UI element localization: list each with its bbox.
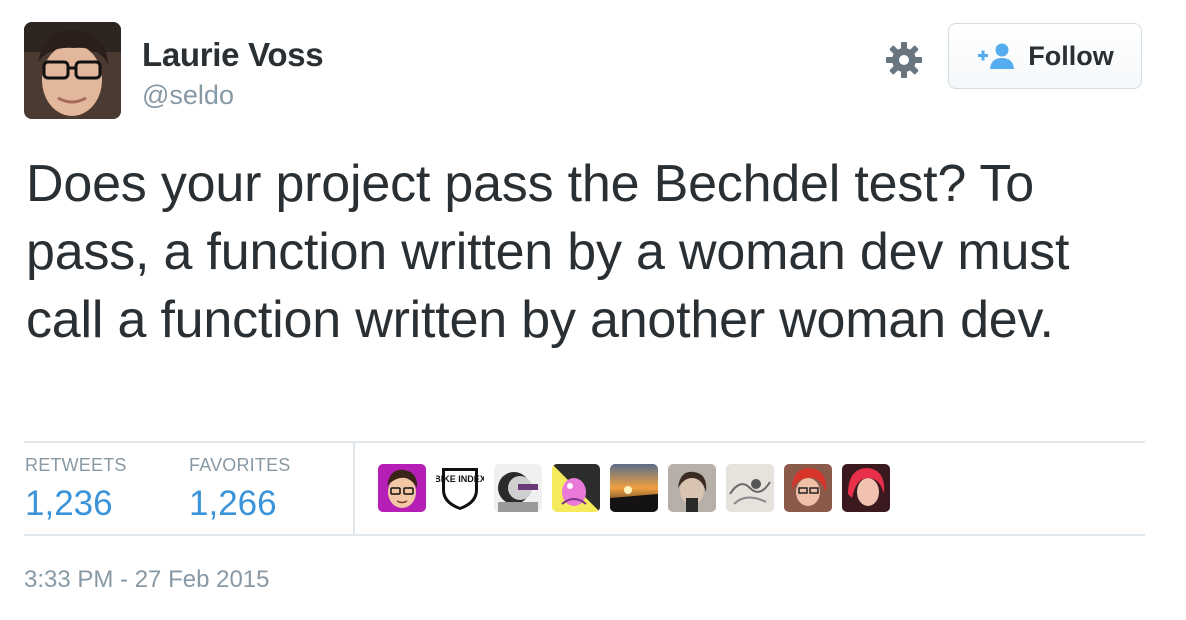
retweets-stat[interactable]: RETWEETS 1,236 xyxy=(25,455,127,524)
favoriter-avatar[interactable] xyxy=(378,464,426,512)
favoriter-avatars: BIKE INDEX xyxy=(378,464,890,512)
favoriter-avatar[interactable] xyxy=(842,464,890,512)
user-handle[interactable]: @seldo xyxy=(142,80,234,111)
tweet-card: Laurie Voss @seldo Follow Does your proj… xyxy=(0,0,1186,620)
favorites-label: FAVORITES xyxy=(189,455,291,475)
favorites-count: 1,266 xyxy=(189,484,277,523)
tweet-timestamp[interactable]: 3:33 PM - 27 Feb 2015 xyxy=(24,566,269,594)
favoriter-avatar[interactable] xyxy=(726,464,774,512)
follow-button[interactable]: Follow xyxy=(948,23,1142,89)
avatar[interactable] xyxy=(24,22,121,119)
favoriter-avatar[interactable] xyxy=(494,464,542,512)
favoriter-avatar[interactable] xyxy=(552,464,600,512)
tweet-text: Does your project pass the Bechdel test?… xyxy=(26,155,1070,349)
bike-index-label: BIKE INDEX xyxy=(436,474,484,484)
follow-user-icon xyxy=(978,43,1015,69)
favoriter-avatar[interactable] xyxy=(610,464,658,512)
favoriter-avatar[interactable]: BIKE INDEX xyxy=(436,464,484,512)
retweets-label: RETWEETS xyxy=(25,455,127,475)
stats-separator xyxy=(353,443,355,534)
retweets-count: 1,236 xyxy=(25,484,113,523)
follow-label: Follow xyxy=(1028,40,1114,71)
favoriter-avatar[interactable] xyxy=(784,464,832,512)
favoriter-avatar[interactable] xyxy=(668,464,716,512)
favorites-stat[interactable]: FAVORITES 1,266 xyxy=(189,455,291,524)
divider xyxy=(24,534,1145,536)
user-name[interactable]: Laurie Voss xyxy=(142,36,324,74)
divider xyxy=(24,441,1145,443)
gear-icon[interactable] xyxy=(884,40,924,80)
